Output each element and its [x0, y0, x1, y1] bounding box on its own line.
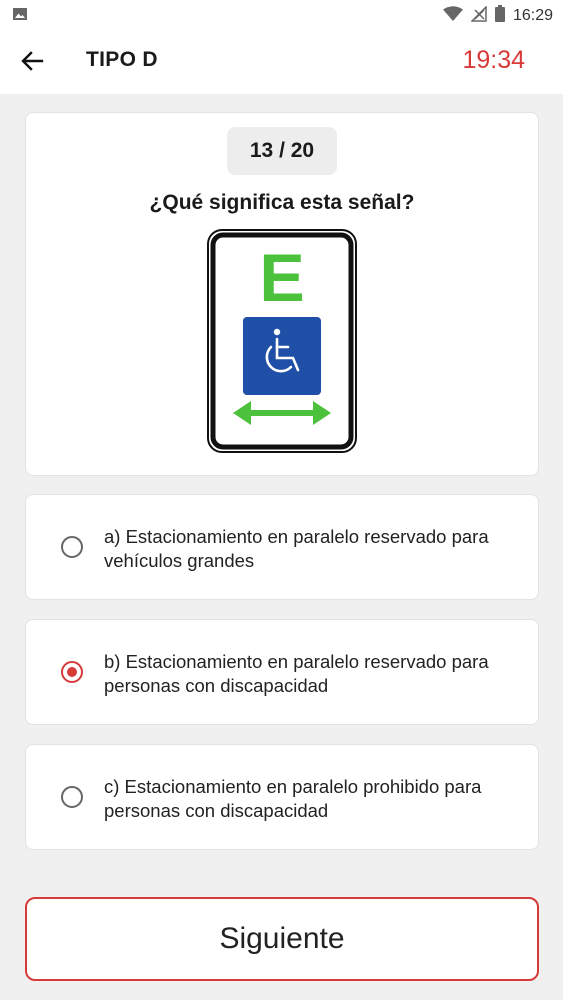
option-label: c) Estacionamiento en paralelo prohibido… [104, 776, 482, 821]
answer-option-c[interactable]: c) Estacionamiento en paralelo prohibido… [25, 744, 539, 850]
accessibility-panel [243, 317, 321, 395]
back-arrow-icon [21, 51, 44, 71]
answer-option-b[interactable]: b) Estacionamiento en paralelo reservado… [25, 619, 539, 725]
option-label: a) Estacionamiento en paralelo reservado… [104, 526, 489, 571]
app-bar: TIPO D 19:34 [0, 28, 563, 94]
sign-letter: E [259, 240, 304, 316]
option-label: b) Estacionamiento en paralelo reservado… [104, 651, 489, 696]
radio-button-selected[interactable] [61, 661, 83, 683]
page-title: TIPO D [86, 48, 158, 71]
parking-sign-image: E [207, 229, 357, 453]
image-icon [12, 6, 28, 27]
radio-button[interactable] [61, 536, 83, 558]
clock: 16:29 [512, 7, 553, 24]
radio-button[interactable] [61, 786, 83, 808]
answer-option-a[interactable]: a) Estacionamiento en paralelo reservado… [25, 494, 539, 600]
battery-icon [494, 5, 505, 27]
question-card: 13 / 20 ¿Qué significa esta señal? E [25, 112, 539, 476]
back-button[interactable] [18, 48, 48, 74]
status-bar: 16:29 [0, 0, 563, 28]
question-counter: 13 / 20 [227, 127, 337, 175]
question-text: ¿Qué significa esta señal? [149, 191, 415, 214]
next-button[interactable]: Siguiente [25, 897, 539, 981]
signal-icon [470, 4, 487, 27]
wifi-icon [442, 5, 463, 27]
countdown-timer: 19:34 [462, 46, 525, 74]
